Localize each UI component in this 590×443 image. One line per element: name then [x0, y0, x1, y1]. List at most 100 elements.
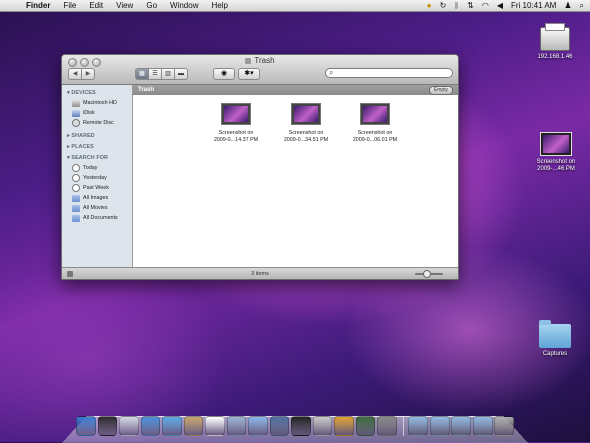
view-buttons: ▦ ☰ ▥ ▬ [135, 68, 188, 80]
slider-knob[interactable] [423, 270, 431, 278]
sidebar-item-macintosh-hd[interactable]: Macintosh HD [62, 98, 132, 108]
sidebar-item-label: Remote Disc [83, 120, 114, 126]
menu-list: Finder File Edit View Go Window Help [26, 0, 241, 11]
time-machine-icon[interactable] [355, 416, 376, 436]
sidebar-item-label: All Images [83, 195, 109, 201]
mail-icon[interactable] [119, 416, 139, 436]
back-button[interactable]: ◀ [68, 68, 82, 80]
time-machine-menu-icon[interactable]: ↻ [440, 0, 447, 11]
downloads-folder-icon[interactable] [451, 416, 472, 436]
sidebar-item-label: Past Week [83, 185, 109, 191]
coverflow-view-button[interactable]: ▬ [175, 68, 188, 80]
file-name-line1: Screenshot on [288, 130, 324, 136]
menu-go[interactable]: Go [146, 0, 157, 11]
bluetooth-icon[interactable]: ᛒ [454, 0, 459, 11]
file-item[interactable]: Screenshot on 2009-0...14.37 PM [206, 103, 266, 144]
path-label: Trash [138, 87, 155, 93]
iphoto-icon[interactable] [269, 416, 290, 436]
clock-icon [72, 164, 80, 172]
desktop-screenshot-label-2: 2009-...46 PM [537, 166, 575, 172]
icon-view-button[interactable]: ▦ [135, 68, 149, 80]
documents-folder-icon[interactable] [429, 416, 450, 436]
file-name-line1: Screenshot on [357, 130, 393, 136]
sidebar-item-yesterday[interactable]: Yesterday [62, 173, 132, 183]
menu-finder[interactable]: Finder [26, 0, 50, 11]
itunes-icon[interactable] [248, 416, 268, 436]
volume-icon[interactable]: ◀ [497, 0, 503, 11]
sidebar-places-header[interactable]: PLACES [67, 144, 132, 150]
sidebar-search-header[interactable]: SEARCH FOR [67, 155, 132, 161]
file-area[interactable]: Screenshot on 2009-0...14.37 PM Screensh… [133, 85, 458, 267]
finder-icon[interactable] [76, 416, 96, 436]
imovie-icon[interactable] [312, 416, 333, 436]
ichat-icon[interactable] [162, 416, 182, 436]
user-icon[interactable]: ♟ [564, 0, 571, 11]
file-name-line1: Screenshot on [218, 130, 254, 136]
dock-separator [402, 416, 405, 436]
search-field[interactable]: ⌕ [325, 68, 453, 78]
file-name-line2: 2009-0...14.37 PM [213, 137, 259, 143]
garageband-icon[interactable] [334, 416, 354, 436]
desktop-captures-folder[interactable]: Captures [532, 320, 578, 358]
system-preferences-icon[interactable] [377, 416, 397, 436]
menu-clock[interactable]: Fri 10:41 AM [511, 0, 556, 11]
alert-icon[interactable]: ● [427, 0, 432, 11]
sidebar: DEVICES Macintosh HD iDisk Remote Disc S… [62, 85, 133, 279]
clock-icon [72, 174, 80, 182]
trash-title-icon [245, 57, 252, 64]
search-icon: ⌕ [329, 68, 334, 77]
image-file-icon [360, 103, 390, 125]
sidebar-item-remote-disc[interactable]: Remote Disc [62, 118, 132, 128]
back-forward: ◀ ▶ [68, 68, 95, 80]
hard-drive-icon [72, 99, 80, 107]
address-book-icon[interactable] [183, 416, 204, 436]
sync-icon[interactable]: ⇅ [467, 0, 474, 11]
ical-icon[interactable] [205, 416, 225, 436]
action-menu-button[interactable]: ✱▾ [238, 68, 260, 80]
list-view-button[interactable]: ☰ [149, 68, 162, 80]
desktop-printer[interactable]: 192.168.1.46 [530, 23, 580, 61]
screenshot-thumbnail-icon [540, 132, 572, 156]
sidebar-item-all-images[interactable]: All Images [62, 193, 132, 203]
photobooth-icon[interactable] [291, 416, 311, 436]
eye-icon: ◉ [220, 70, 228, 77]
menu-edit[interactable]: Edit [89, 0, 103, 11]
remote-disc-icon [72, 119, 80, 127]
empty-trash-button[interactable]: Empty [428, 86, 453, 95]
idisk-icon [72, 109, 80, 117]
wifi-icon[interactable]: ◠ [482, 0, 489, 11]
file-item[interactable]: Screenshot on 2009-0...34.51 PM [276, 103, 336, 144]
dock [76, 410, 516, 436]
sidebar-item-idisk[interactable]: iDisk [62, 108, 132, 118]
sidebar-item-past-week[interactable]: Past Week [62, 183, 132, 193]
sidebar-item-today[interactable]: Today [62, 163, 132, 173]
menu-file[interactable]: File [63, 0, 76, 11]
gear-icon: ✱▾ [244, 70, 254, 77]
sidebar-item-all-movies[interactable]: All Movies [62, 203, 132, 213]
sidebar-item-label: Yesterday [83, 175, 107, 181]
image-file-icon [221, 103, 251, 125]
column-view-button[interactable]: ▥ [162, 68, 175, 80]
forward-button[interactable]: ▶ [82, 68, 95, 80]
dashboard-icon[interactable] [97, 416, 118, 436]
trash-icon[interactable] [494, 416, 515, 436]
file-item[interactable]: Screenshot on 2009-0...06.01 PM [345, 103, 405, 144]
spotlight-icon[interactable]: ⌕ [580, 0, 584, 11]
desktop-screenshot[interactable]: Screenshot on 2009-...46 PM [528, 132, 584, 173]
status-bar: 3 items [62, 267, 458, 279]
applications-folder-icon[interactable] [408, 416, 429, 436]
preview-icon[interactable] [226, 416, 247, 436]
sidebar-shared-header[interactable]: SHARED [67, 133, 132, 139]
quick-look-button[interactable]: ◉ [213, 68, 235, 80]
captures-folder-icon[interactable] [472, 416, 493, 436]
status-menus: ● ↻ ᛒ ⇅ ◠ ◀ Fri 10:41 AM ♟ ⌕ [419, 0, 584, 11]
icon-size-slider[interactable] [415, 270, 443, 278]
menu-help[interactable]: Help [211, 0, 227, 11]
sidebar-item-all-documents[interactable]: All Documents [62, 213, 132, 223]
menu-window[interactable]: Window [170, 0, 198, 11]
smart-folder-icon [72, 214, 80, 222]
sidebar-devices-header[interactable]: DEVICES [67, 90, 132, 96]
safari-icon[interactable] [140, 416, 161, 436]
menu-view[interactable]: View [116, 0, 133, 11]
path-header: Trash Empty [133, 85, 458, 95]
